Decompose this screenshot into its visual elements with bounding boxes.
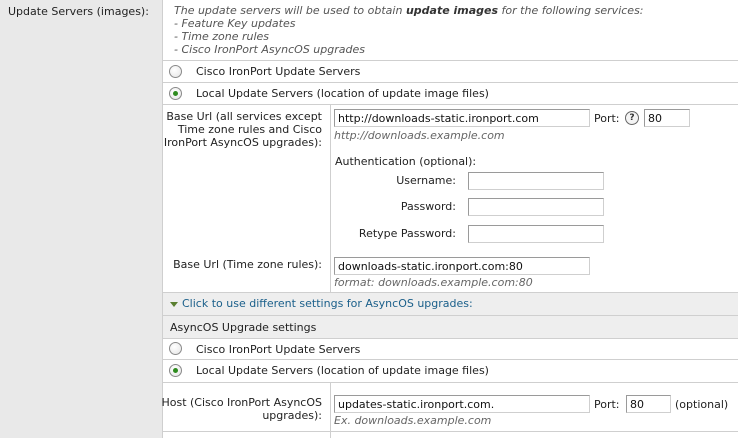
radio-asyncos-ironport-servers-label: Cisco IronPort Update Servers [196, 343, 361, 356]
divider [163, 431, 738, 432]
divider [163, 60, 738, 61]
radio-asyncos-local-servers[interactable] [169, 364, 182, 377]
authentication-label: Authentication (optional): [335, 155, 477, 168]
host-port-input[interactable]: 80 [626, 395, 671, 413]
username-label: Username: [396, 174, 456, 187]
description-line: The update servers will be used to obtai… [174, 4, 644, 17]
radio-ironport-servers-label: Cisco IronPort Update Servers [196, 65, 361, 78]
base-url-input[interactable]: http://downloads-static.ironport.com [334, 109, 590, 127]
radio-local-servers-label: Local Update Servers (location of update… [196, 87, 489, 100]
divider [162, 0, 163, 438]
base-url-hint: http://downloads.example.com [334, 129, 505, 142]
description-bold: update images [405, 4, 499, 17]
help-icon[interactable]: ? [625, 111, 639, 125]
optional-label: (optional) [675, 398, 729, 411]
description-item: - Time zone rules [174, 30, 270, 43]
timezone-url-input[interactable]: downloads-static.ironport.com:80 [334, 257, 590, 275]
asyncos-settings-toggle-label: Click to use different settings for Asyn… [182, 297, 473, 310]
host-label: Host (Cisco IronPort AsyncOS upgrades): [161, 396, 322, 422]
asyncos-heading: AsyncOS Upgrade settings [170, 321, 317, 334]
host-input[interactable]: updates-static.ironport.com. [334, 395, 590, 413]
password-label: Password: [400, 200, 456, 213]
timezone-url-hint: format: downloads.example.com:80 [334, 276, 533, 289]
divider [163, 382, 738, 383]
description-item: - Feature Key updates [174, 17, 296, 30]
host-hint: Ex. downloads.example.com [334, 414, 492, 427]
description-suffix: for the following services: [498, 4, 644, 17]
divider [163, 82, 738, 83]
description-item: - Cisco IronPort AsyncOS upgrades [174, 43, 365, 56]
radio-ironport-servers[interactable] [169, 65, 182, 78]
divider [163, 338, 738, 339]
base-url-label: Base Url (all services except Time zone … [163, 110, 322, 149]
left-label-column: Update Servers (images): [0, 0, 162, 438]
radio-local-servers[interactable] [169, 87, 182, 100]
divider [330, 382, 331, 438]
port-input[interactable]: 80 [644, 109, 690, 127]
host-port-label: Port: [594, 398, 620, 411]
asyncos-settings-toggle[interactable]: Click to use different settings for Asyn… [170, 297, 473, 310]
divider [163, 104, 738, 105]
description-prefix: The update servers will be used to obtai… [174, 4, 406, 17]
password-input[interactable] [468, 198, 604, 216]
retype-password-input[interactable] [468, 225, 604, 243]
port-label: Port: [594, 112, 620, 125]
divider [163, 359, 738, 360]
username-input[interactable] [468, 172, 604, 190]
timezone-url-label: Base Url (Time zone rules): [173, 258, 322, 271]
update-servers-label: Update Servers (images): [8, 5, 149, 18]
radio-asyncos-local-servers-label: Local Update Servers (location of update… [196, 364, 489, 377]
radio-asyncos-ironport-servers[interactable] [169, 342, 182, 355]
triangle-down-icon [170, 301, 178, 307]
retype-password-label: Retype Password: [358, 227, 456, 240]
divider [330, 104, 331, 292]
